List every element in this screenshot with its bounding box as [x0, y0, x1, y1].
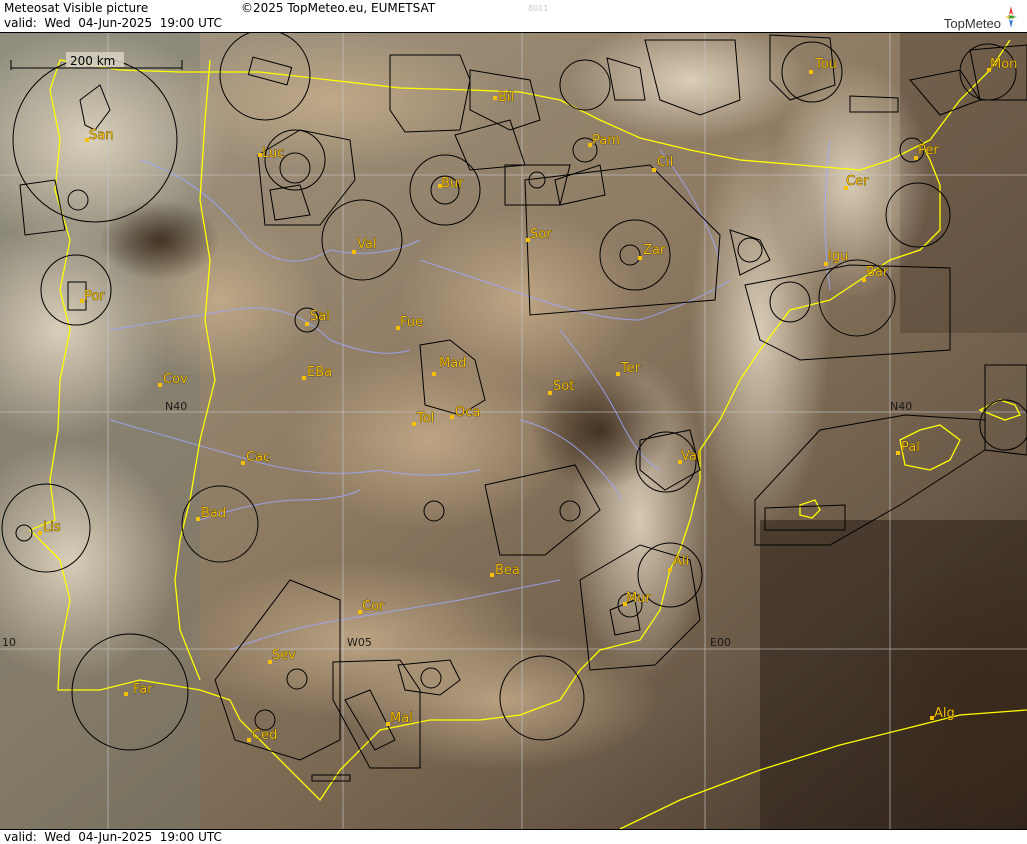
city-label-por: Por [84, 289, 105, 304]
image-code: 8011 [528, 4, 549, 13]
image-title: Meteosat Visible picture [4, 1, 149, 15]
city-label-bad: Bad [201, 506, 226, 521]
footer-valid-time: valid: Wed 04-Jun-2025 19:00 UTC [4, 830, 222, 844]
satellite-map[interactable]: 200 km N40 N40 W05 E00 10 Bil Tou Mon Pa… [0, 33, 1027, 829]
city-label-mad: Mad [439, 356, 466, 371]
city-label-sal: Sal [310, 309, 330, 324]
city-label-sor: Sor [530, 227, 552, 242]
logo-text: TopMeteo [943, 16, 1001, 31]
city-label-pal: Pal [901, 440, 920, 455]
header-bar: Meteosat Visible picture valid: Wed 04-J… [0, 0, 1027, 33]
grid-label-lon-w10: 10 [2, 636, 16, 649]
city-label-ali: Ali [673, 554, 689, 569]
city-label-mal: Mal [390, 711, 413, 726]
city-label-val-north: Val [357, 237, 376, 252]
city-label-cov: Cov [163, 372, 188, 387]
city-label-sot: Sot [553, 379, 574, 394]
city-label-oca: Oca [455, 405, 480, 420]
city-label-mon: Mon [990, 57, 1017, 72]
city-label-far: Far [133, 682, 153, 697]
city-label-tou: Tou [814, 57, 837, 72]
copyright-text: ©2025 TopMeteo.eu, EUMETSAT [241, 1, 436, 15]
city-label-ter: Ter [620, 361, 641, 376]
city-label-lis: Lis [43, 520, 61, 535]
compass-star-icon [1005, 6, 1017, 28]
city-label-val-east: Val [681, 449, 700, 464]
city-label-cac: Cac [246, 450, 270, 465]
grid-label-lon-e00: E00 [710, 636, 731, 649]
city-label-zar: Zar [643, 243, 666, 258]
city-label-tol: Tol [416, 411, 434, 426]
city-label-luc: Luc [262, 146, 284, 161]
city-label-bea: Bea [495, 563, 520, 578]
city-label-fue: Fue [400, 315, 423, 330]
city-label-ced: Ced [252, 728, 277, 743]
city-label-bar: Bar [866, 265, 889, 280]
city-label-per: Per [918, 143, 939, 158]
grid-label-lon-w05: W05 [347, 636, 372, 649]
grid-label-lat: N40 [165, 400, 187, 413]
city-label-cor: Cor [362, 599, 385, 614]
city-label-alg: Alg [934, 706, 955, 721]
city-label-sev: Sev [272, 648, 296, 663]
city-label-bur: Bur [441, 176, 464, 191]
city-label-bil: Bil [498, 90, 514, 105]
city-label-pam: Pam [592, 133, 620, 148]
scale-bar-label: 200 km [70, 54, 115, 68]
valid-time: valid: Wed 04-Jun-2025 19:00 UTC [4, 16, 222, 30]
city-label-eba: EBa [307, 365, 332, 380]
grid-label-lat-east: N40 [890, 400, 912, 413]
footer-bar: valid: Wed 04-Jun-2025 19:00 UTC [0, 829, 1027, 844]
city-label-cil: Cil [657, 155, 673, 170]
city-label-cer: Cer [846, 174, 869, 189]
city-label-igu: Igu [828, 249, 848, 264]
city-label-mur: Mur [626, 591, 651, 606]
city-label-san: San [89, 128, 113, 143]
